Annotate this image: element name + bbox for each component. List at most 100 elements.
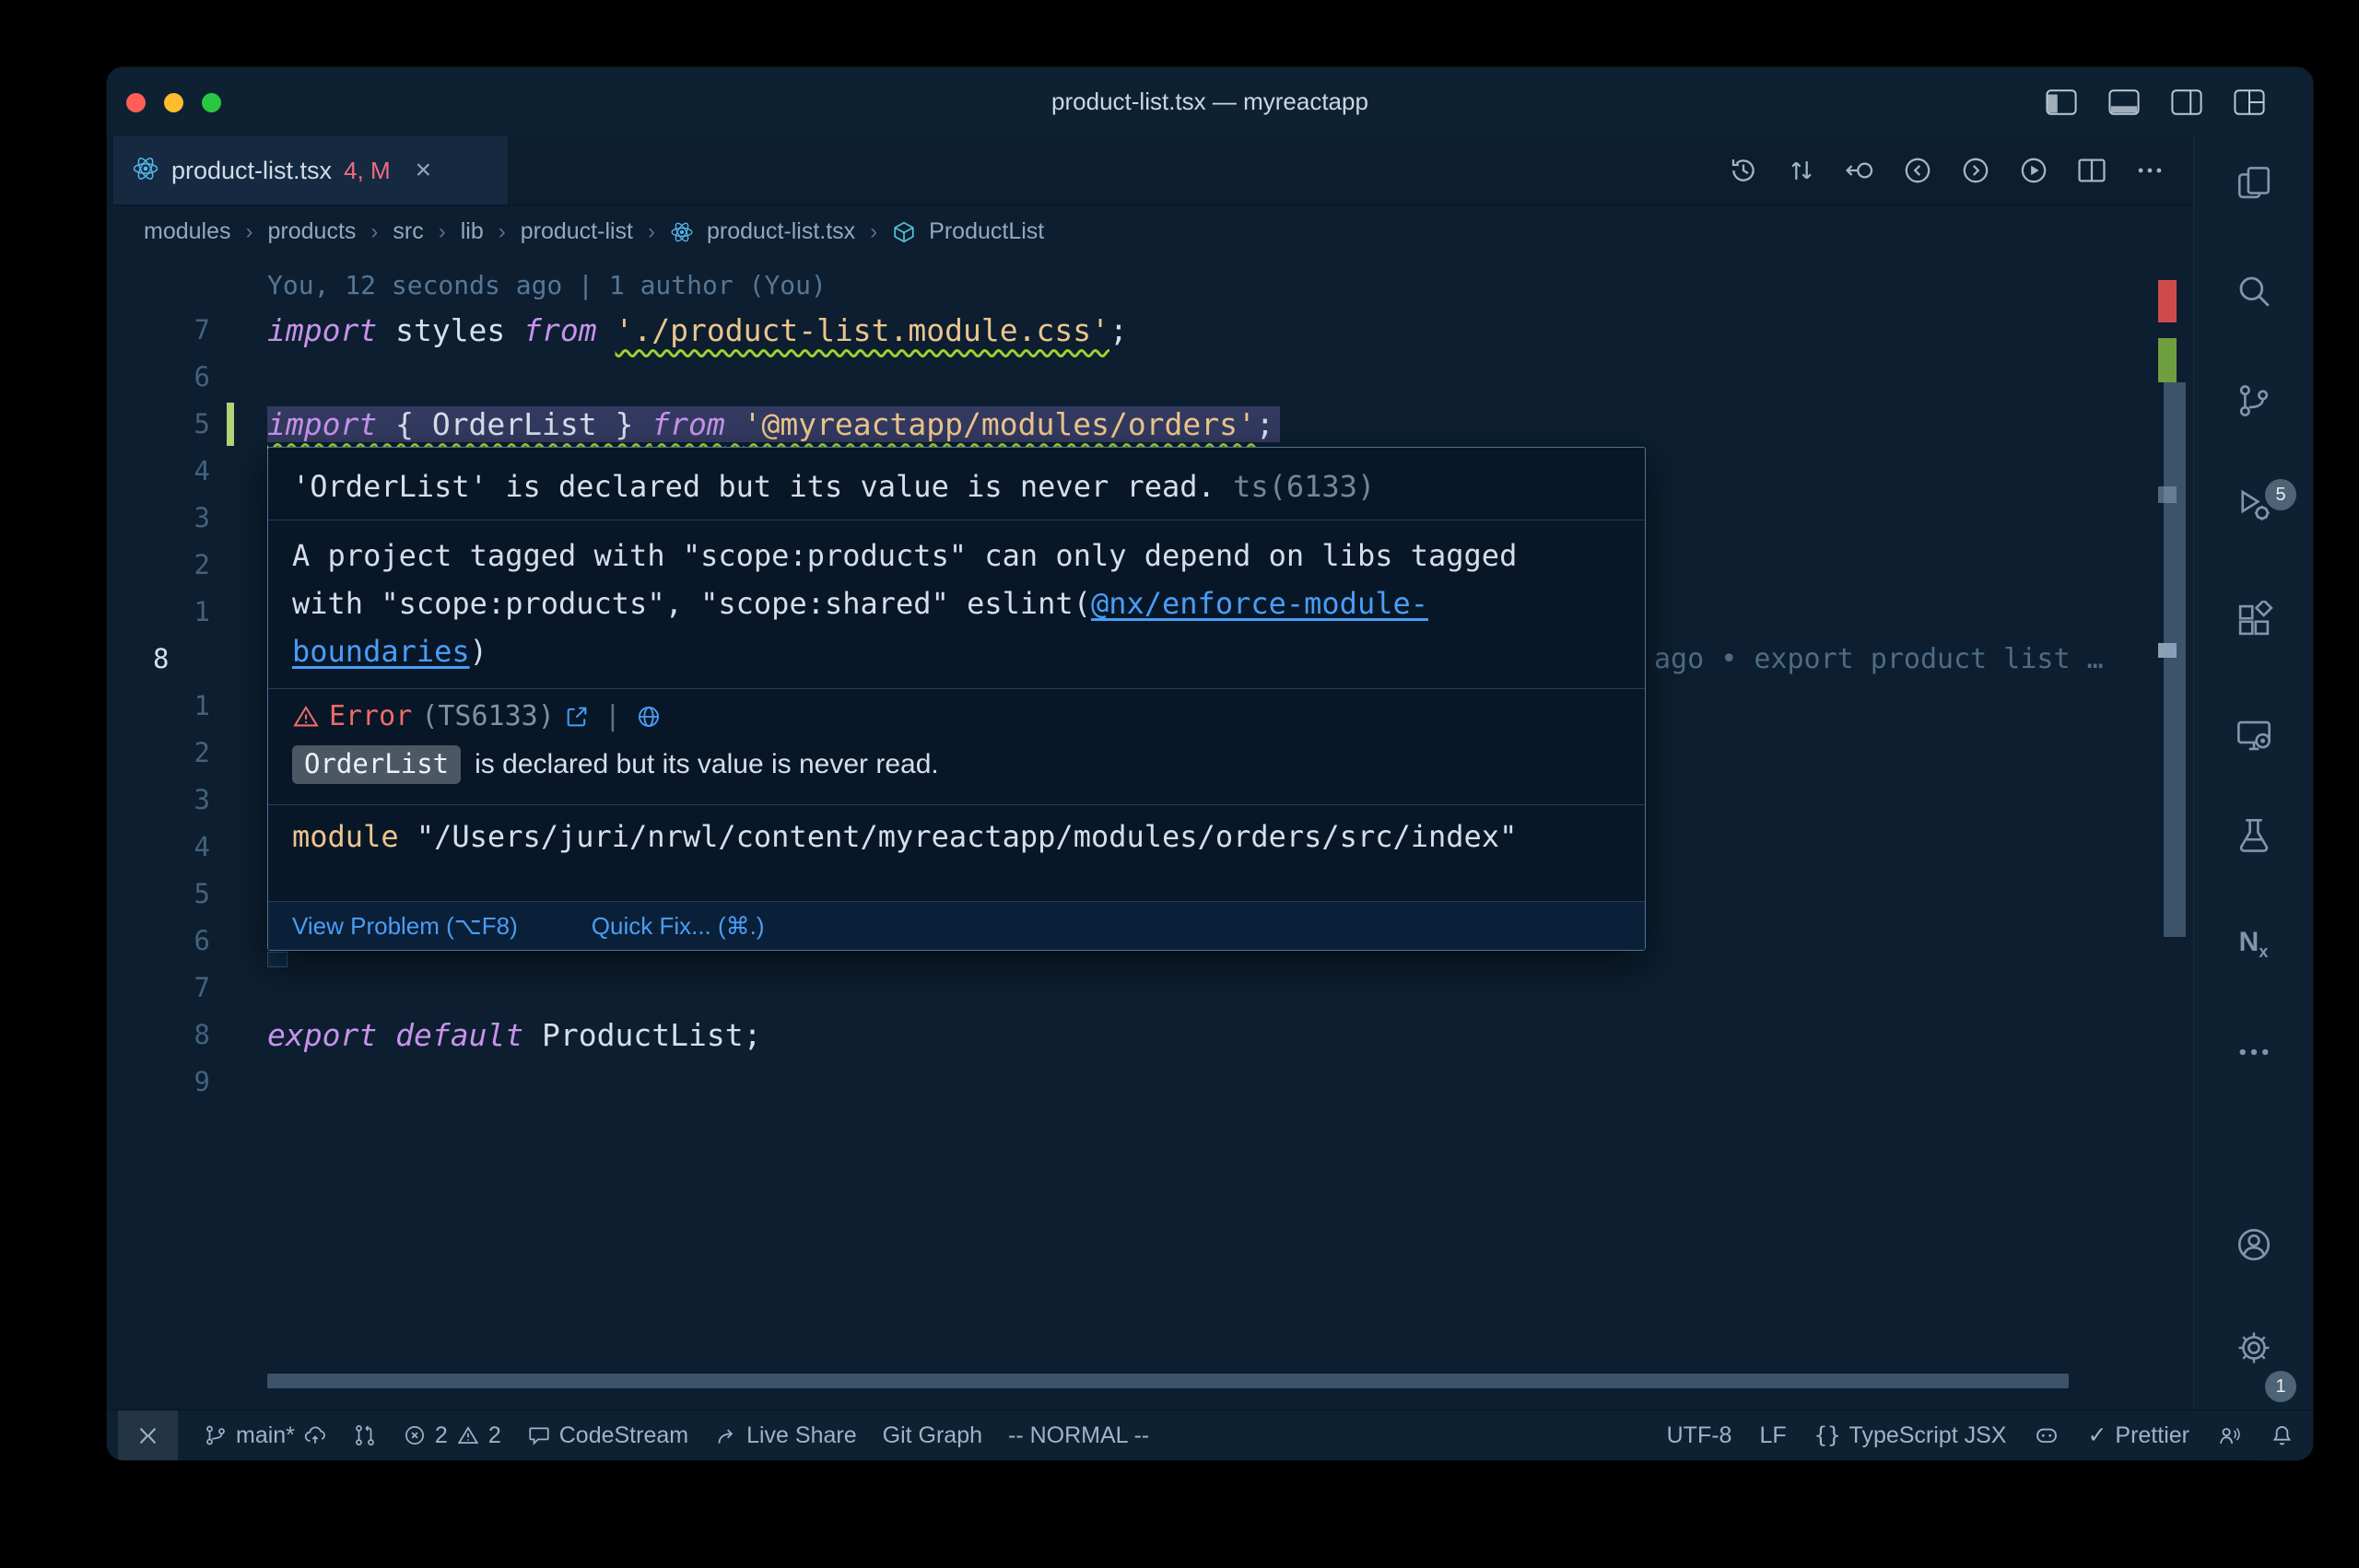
search-icon[interactable] bbox=[2235, 272, 2273, 310]
title-bar[interactable]: product-list.tsx — myreactapp bbox=[107, 67, 2313, 136]
overview-error-marker bbox=[2158, 280, 2177, 322]
split-editor-icon[interactable] bbox=[2076, 155, 2107, 186]
hover-rule-lines: A project tagged with "scope:products" c… bbox=[268, 521, 1645, 688]
line-number[interactable]: 3 bbox=[107, 777, 210, 824]
notifications-bell-icon[interactable] bbox=[2270, 1423, 2294, 1448]
line-number[interactable]: 4 bbox=[107, 824, 210, 871]
settings-gear-icon[interactable] bbox=[2235, 1328, 2273, 1367]
line-number[interactable]: 1 bbox=[107, 589, 210, 636]
line-number[interactable]: 6 bbox=[107, 354, 210, 401]
hover-resize-handle bbox=[267, 952, 288, 967]
line-number[interactable]: 3 bbox=[107, 495, 210, 542]
eol-item[interactable]: LF bbox=[1759, 1422, 1786, 1449]
explorer-icon[interactable] bbox=[2235, 164, 2273, 203]
code-row[interactable]: 5 import { OrderList } from '@myreactapp/… bbox=[107, 401, 2193, 448]
code-row[interactable]: 8export default ProductList; bbox=[107, 1012, 2193, 1059]
source-control-icon[interactable] bbox=[2235, 381, 2273, 420]
error-hover-tooltip: 'OrderList' is declared but its value is… bbox=[267, 447, 1646, 951]
line-number[interactable]: 5 bbox=[107, 401, 210, 448]
tab-modified-badge: 4, M bbox=[344, 157, 391, 185]
breadcrumb-item[interactable]: modules bbox=[144, 218, 231, 245]
remote-window-button[interactable] bbox=[118, 1410, 178, 1460]
line-number[interactable]: 6 bbox=[107, 918, 210, 965]
line-number[interactable]: 7 bbox=[107, 307, 210, 354]
pull-request-icon[interactable] bbox=[353, 1423, 377, 1447]
code-row[interactable]: 6 bbox=[107, 354, 2193, 401]
window-controls bbox=[126, 93, 221, 112]
vim-mode-indicator[interactable]: -- NORMAL -- bbox=[1008, 1422, 1149, 1449]
minimize-window-button[interactable] bbox=[164, 93, 183, 112]
line-number[interactable]: 2 bbox=[107, 542, 210, 589]
breadcrumb-item[interactable]: product-list bbox=[521, 218, 633, 245]
language-item[interactable]: {}TypeScript JSX bbox=[1814, 1422, 2007, 1449]
codestream-item[interactable]: CodeStream bbox=[527, 1422, 688, 1449]
prettier-item[interactable]: ✓Prettier bbox=[2087, 1422, 2189, 1449]
line-number[interactable]: 4 bbox=[107, 448, 210, 495]
line-number[interactable]: 1 bbox=[107, 683, 210, 730]
run-file-icon[interactable] bbox=[2018, 155, 2049, 186]
code-row[interactable]: 7import styles from './product-list.modu… bbox=[107, 307, 2193, 354]
git-graph-item[interactable]: Git Graph bbox=[883, 1422, 982, 1449]
layout-panel-icon[interactable] bbox=[2108, 88, 2140, 116]
external-link-icon[interactable] bbox=[564, 704, 590, 730]
editor[interactable]: You, 12 seconds ago | 1 author (You)7imp… bbox=[107, 258, 2193, 1410]
open-changes-icon[interactable] bbox=[1844, 155, 1875, 186]
line-number[interactable]: 8 bbox=[107, 636, 210, 683]
line-number[interactable]: 7 bbox=[107, 965, 210, 1012]
copilot-icon[interactable] bbox=[2034, 1422, 2060, 1448]
layout-sidebar-right-icon[interactable] bbox=[2171, 88, 2202, 116]
more-actions-icon[interactable] bbox=[2134, 155, 2165, 186]
braces-icon: {} bbox=[1814, 1422, 1841, 1448]
next-change-icon[interactable] bbox=[1960, 155, 1991, 186]
live-share-item[interactable]: Live Share bbox=[714, 1422, 857, 1449]
chevron-right-icon: › bbox=[646, 219, 657, 245]
blame-row[interactable]: You, 12 seconds ago | 1 author (You) bbox=[107, 260, 2193, 307]
history-icon[interactable] bbox=[1728, 155, 1759, 186]
hover-status-row: Error(TS6133) | bbox=[268, 689, 1645, 740]
nx-console-icon[interactable]: Nx bbox=[2239, 927, 2269, 962]
code-line: import { OrderList } from '@myreactapp/m… bbox=[267, 406, 1280, 442]
breadcrumb-item[interactable]: src bbox=[393, 218, 423, 245]
close-window-button[interactable] bbox=[126, 93, 146, 112]
problems-item[interactable]: 2 2 bbox=[403, 1422, 501, 1449]
breadcrumb-item[interactable]: ProductList bbox=[929, 218, 1044, 245]
tab-product-list[interactable]: product-list.tsx 4, M × bbox=[112, 136, 509, 205]
nx-enforce-module-boundaries-link[interactable]: boundaries bbox=[292, 634, 470, 669]
nx-enforce-module-boundaries-link[interactable]: @nx/enforce-module- bbox=[1091, 586, 1428, 621]
globe-icon[interactable] bbox=[636, 704, 662, 730]
previous-change-icon[interactable] bbox=[1902, 155, 1933, 186]
code-row[interactable]: 9 bbox=[107, 1059, 2193, 1106]
hover-rule-text: ) bbox=[470, 634, 487, 669]
line-number[interactable]: 5 bbox=[107, 871, 210, 918]
testing-icon[interactable] bbox=[2235, 815, 2273, 854]
customize-layout-icon[interactable] bbox=[2234, 88, 2265, 116]
view-problem-action[interactable]: View Problem (⌥F8) bbox=[292, 912, 518, 941]
code-row[interactable]: 7 bbox=[107, 965, 2193, 1012]
quick-fix-action[interactable]: Quick Fix... (⌘.) bbox=[592, 912, 765, 941]
breadcrumb-item[interactable]: products bbox=[268, 218, 357, 245]
line-number[interactable]: 9 bbox=[107, 1059, 210, 1106]
horizontal-scrollbar[interactable] bbox=[267, 1374, 2069, 1388]
layout-sidebar-left-icon[interactable] bbox=[2046, 88, 2077, 116]
window-title: product-list.tsx — myreactapp bbox=[1051, 88, 1368, 116]
breadcrumb-item[interactable]: lib bbox=[461, 218, 484, 245]
extensions-icon[interactable] bbox=[2235, 601, 2273, 639]
additional-views-icon[interactable] bbox=[2235, 1033, 2273, 1071]
zoom-window-button[interactable] bbox=[202, 93, 221, 112]
chevron-right-icon: › bbox=[244, 219, 255, 245]
accounts-icon[interactable] bbox=[2235, 1225, 2273, 1264]
gitlens-inline-blame: ago • export product list … bbox=[1654, 636, 2104, 683]
line-number[interactable]: 2 bbox=[107, 730, 210, 777]
encoding-item[interactable]: UTF-8 bbox=[1667, 1422, 1732, 1449]
remote-explorer-icon[interactable] bbox=[2235, 716, 2273, 755]
breadcrumb-item[interactable]: product-list.tsx bbox=[707, 218, 855, 245]
compare-changes-icon[interactable] bbox=[1786, 155, 1817, 186]
close-tab-icon[interactable]: × bbox=[416, 157, 432, 184]
warning-triangle-icon bbox=[292, 703, 320, 731]
vertical-scrollbar[interactable] bbox=[2164, 382, 2186, 937]
git-branch-item[interactable]: main* bbox=[204, 1422, 327, 1449]
settings-badge: 1 bbox=[2265, 1371, 2296, 1402]
line-number[interactable]: 8 bbox=[107, 1012, 210, 1059]
feedback-icon[interactable] bbox=[2217, 1423, 2242, 1448]
hover-module-line: module "/Users/juri/nrwl/content/myreact… bbox=[268, 805, 1645, 868]
